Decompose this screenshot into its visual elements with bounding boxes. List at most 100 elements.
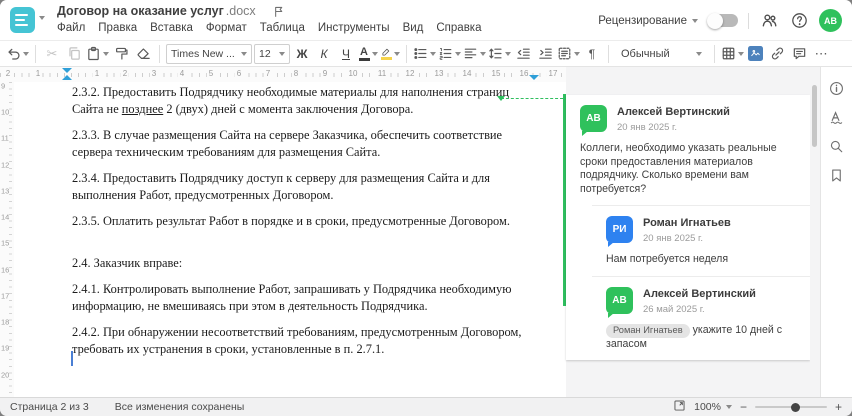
paragraph-settings-caret-icon[interactable] (574, 51, 580, 56)
ruler-number: 4 (177, 69, 187, 79)
app-logo-menu-icon[interactable] (10, 7, 35, 33)
zoom-in-button[interactable]: + (835, 401, 842, 413)
decrease-indent-button[interactable] (513, 43, 533, 65)
ruler-number: 14 (460, 69, 474, 79)
highlight-caret-icon[interactable] (394, 51, 400, 56)
paragraph-settings-button[interactable] (557, 43, 580, 65)
paragraph-style-select[interactable]: Обычный (615, 48, 708, 60)
insert-link-button[interactable] (768, 43, 788, 65)
ruler-number: 11 (375, 69, 389, 79)
first-line-indent-marker[interactable] (62, 68, 72, 73)
review-caret-icon (692, 18, 698, 23)
review-mode-dropdown[interactable]: Рецензирование (598, 15, 698, 27)
bookmark-icon[interactable] (828, 166, 846, 184)
commented-text[interactable]: позднее (122, 102, 163, 116)
clear-format-button[interactable] (133, 43, 153, 65)
comments-scrollbar[interactable] (812, 85, 817, 147)
comment-text: Роман Игнатьев укажите 10 дней с запасом (606, 323, 783, 350)
app-window: Договор на оказание услуг .docx Файл Прав… (0, 0, 852, 416)
undo-caret-icon[interactable] (23, 51, 29, 56)
right-indent-marker[interactable] (529, 75, 539, 80)
menu-table[interactable]: Таблица (260, 22, 305, 34)
ruler-number: 1 (33, 69, 43, 79)
numbered-list-button[interactable] (438, 43, 461, 65)
font-size-select[interactable]: 12 (254, 43, 290, 64)
toolbar-divider (159, 44, 160, 63)
paste-button[interactable] (86, 43, 109, 65)
comment-reply[interactable]: АВ Алексей Вертинский 26 май 2025 г. Ром… (592, 275, 810, 361)
comment-thread[interactable]: АВ Алексей Вертинский 20 янв 2025 г. Кол… (566, 95, 810, 360)
document-title: Договор на оказание услуг .docx (57, 4, 285, 18)
zoom-slider[interactable] (754, 402, 827, 412)
line-spacing-button[interactable] (488, 43, 511, 65)
italic-button[interactable]: К (314, 43, 334, 65)
ruler-number: 5 (206, 69, 216, 79)
numbered-list-caret-icon[interactable] (455, 51, 461, 56)
bullet-list-caret-icon[interactable] (430, 51, 436, 56)
collaboration-users-icon[interactable] (759, 11, 779, 31)
user-avatar[interactable]: АВ (819, 9, 842, 32)
format-painter-button[interactable] (111, 43, 131, 65)
menu-bar: Файл Правка Вставка Формат Таблица Инстр… (57, 22, 482, 34)
menu-edit[interactable]: Правка (98, 22, 137, 34)
menu-format[interactable]: Формат (206, 22, 247, 34)
insert-comment-button[interactable] (790, 43, 810, 65)
logo-caret-icon[interactable] (39, 16, 45, 20)
align-caret-icon[interactable] (480, 51, 486, 56)
spellcheck-icon[interactable] (828, 108, 846, 126)
fit-to-width-icon[interactable] (673, 399, 686, 415)
comments-scroll-track[interactable] (810, 67, 820, 397)
mention-pill[interactable]: Роман Игнатьев (606, 323, 690, 338)
font-color-caret-icon[interactable] (371, 51, 378, 56)
menu-help[interactable]: Справка (436, 22, 481, 34)
ruler-number: 14 (1, 211, 10, 223)
document-page[interactable]: 2.3.2. Предоставить Подрядчику необходим… (14, 82, 563, 397)
copy-button[interactable] (64, 43, 84, 65)
ruler-number: 2 (3, 69, 13, 79)
left-indent-marker[interactable] (62, 75, 72, 80)
underline-button[interactable]: Ч (336, 43, 356, 65)
bullet-list-button[interactable] (413, 43, 436, 65)
highlight-color-button[interactable] (380, 43, 400, 65)
zoom-out-button[interactable]: − (740, 401, 747, 413)
vertical-ruler[interactable]: 9 10 11 12 13 14 15 16 17 18 19 20 (0, 80, 14, 397)
page-indicator[interactable]: Страница 2 из 3 (10, 401, 89, 413)
paste-caret-icon[interactable] (103, 51, 109, 56)
ruler-number: 9 (320, 69, 330, 79)
ruler-number: 7 (263, 69, 273, 79)
cut-button[interactable]: ✂ (42, 43, 62, 65)
zoom-level-select[interactable]: 100% (694, 401, 732, 413)
menu-insert[interactable]: Вставка (150, 22, 193, 34)
more-tools-button[interactable]: ⋯ (812, 43, 832, 65)
flag-icon[interactable] (272, 5, 285, 18)
paragraph-2-4-2: 2.4.2. При обнаружении несоответствий тр… (72, 325, 522, 356)
insert-image-button[interactable] (746, 43, 766, 65)
document-info-icon[interactable] (828, 79, 846, 97)
menu-tools[interactable]: Инструменты (318, 22, 390, 34)
horizontal-ruler[interactable]: 2 1 1 2 3 4 5 6 7 8 9 10 11 12 13 14 15 … (0, 67, 590, 82)
menu-file[interactable]: Файл (57, 22, 85, 34)
comment-reply[interactable]: РИ Роман Игнатьев 20 янв 2025 г. Нам пот… (592, 205, 810, 276)
bold-button[interactable]: Ж (292, 43, 312, 65)
ruler-number: 9 (1, 80, 6, 92)
line-spacing-caret-icon[interactable] (505, 51, 511, 56)
ruler-number: 18 (1, 316, 10, 328)
comment-item[interactable]: АВ Алексей Вертинский 20 янв 2025 г. Кол… (566, 95, 810, 205)
search-icon[interactable] (828, 137, 846, 155)
font-name-select[interactable]: Times New ... (166, 43, 252, 64)
increase-indent-button[interactable] (535, 43, 555, 65)
ruler-number: 13 (1, 185, 10, 197)
help-icon[interactable] (789, 11, 809, 31)
menu-view[interactable]: Вид (403, 22, 424, 34)
insert-table-button[interactable] (721, 43, 744, 65)
font-color-button[interactable]: А (358, 43, 378, 65)
review-toggle[interactable] (707, 12, 738, 29)
comment-anchor-line (501, 98, 563, 99)
zoom-slider-handle[interactable] (790, 402, 800, 412)
comment-date: 20 янв 2025 г. (617, 122, 678, 133)
insert-table-caret-icon[interactable] (737, 51, 744, 56)
show-paragraph-marks-button[interactable]: ¶ (582, 43, 602, 65)
toolbar-divider (406, 44, 407, 63)
undo-button[interactable] (6, 43, 29, 65)
align-button[interactable] (463, 43, 486, 65)
